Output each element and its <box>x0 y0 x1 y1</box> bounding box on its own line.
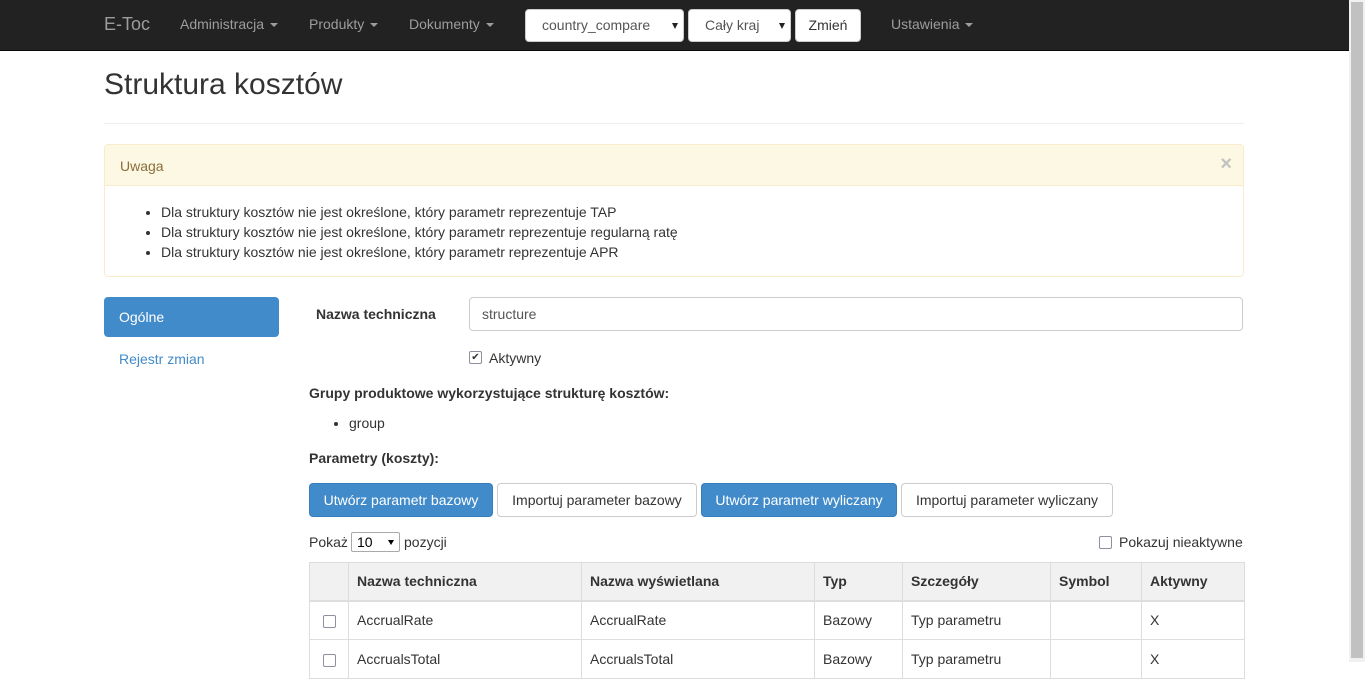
caret-down-icon <box>485 23 494 28</box>
group-item: group <box>349 415 385 431</box>
select-arrow-icon <box>672 23 678 29</box>
menu-produkty-label: Produkty <box>309 16 365 32</box>
change-button[interactable]: Zmień <box>795 9 861 42</box>
page-length-select[interactable]: 10 <box>351 532 400 552</box>
column-header-type[interactable]: Typ <box>814 562 903 602</box>
page-length-value: 10 <box>357 534 373 550</box>
cell-technical-name: AccrualsTotal <box>348 639 582 679</box>
sidenav-item-rejestr-zmian[interactable]: Rejestr zmian <box>119 351 205 367</box>
cell-technical-name: AccrualRate <box>348 600 582 640</box>
parameters-table: Nazwa techniczna Nazwa wyświetlana Typ S… <box>309 562 1245 679</box>
column-header-symbol[interactable]: Symbol <box>1050 562 1142 602</box>
column-header-details[interactable]: Szczegóły <box>902 562 1051 602</box>
select-column-header <box>309 562 349 602</box>
table-header-row: Nazwa techniczna Nazwa wyświetlana Typ S… <box>309 562 1245 602</box>
region-select[interactable]: Cały kraj <box>688 9 791 42</box>
menu-administracja[interactable]: Administracja <box>180 16 279 32</box>
params-heading: Parametry (koszty): <box>309 450 439 466</box>
cell-type: Bazowy <box>814 639 903 679</box>
row-select-cell <box>309 600 349 640</box>
create-calc-param-button[interactable]: Utwórz parametr wyliczany <box>701 483 897 517</box>
column-header-technical-name[interactable]: Nazwa techniczna <box>348 562 582 602</box>
alert-header: Uwaga × <box>105 145 1243 186</box>
alert-message-list: Dla struktury kosztów nie jest określone… <box>120 202 678 262</box>
checkmark-icon: ✔ <box>471 352 480 363</box>
menu-administracja-label: Administracja <box>180 16 265 32</box>
cell-display-name: AccrualRate <box>581 600 815 640</box>
table-row[interactable]: AccrualRate AccrualRate Bazowy Typ param… <box>309 600 1245 640</box>
warning-alert: Uwaga × Dla struktury kosztów nie jest o… <box>104 144 1244 277</box>
cell-display-name: AccrualsTotal <box>581 639 815 679</box>
caret-down-icon <box>270 23 279 28</box>
groups-heading: Grupy produktowe wykorzystujące struktur… <box>309 385 670 401</box>
scrollbar-thumb[interactable] <box>1351 2 1363 658</box>
dataset-select[interactable]: country_compare <box>525 9 684 42</box>
show-inactive-label: Pokazuj nieaktywne <box>1119 534 1243 550</box>
import-calc-param-button[interactable]: Importuj parameter wyliczany <box>901 483 1113 517</box>
active-checkbox-label: Aktywny <box>489 350 542 366</box>
cell-active: X <box>1141 639 1245 679</box>
menu-ustawienia[interactable]: Ustawienia <box>891 16 974 32</box>
items-label: pozycji <box>404 534 447 550</box>
row-checkbox[interactable] <box>322 615 336 629</box>
show-inactive-checkbox[interactable] <box>1099 536 1112 549</box>
cell-type: Bazowy <box>814 600 903 640</box>
cell-details: Typ parametru <box>902 600 1051 640</box>
column-header-active[interactable]: Aktywny <box>1141 562 1245 602</box>
top-navbar: E-Toc Administracja Produkty Dokumenty c… <box>0 0 1349 51</box>
technical-name-input[interactable]: structure <box>469 297 1243 331</box>
select-arrow-icon <box>388 540 394 545</box>
caret-down-icon <box>965 23 974 28</box>
cell-symbol <box>1050 639 1142 679</box>
close-icon[interactable]: × <box>1220 154 1232 174</box>
header-divider <box>104 123 1244 124</box>
alert-message: Dla struktury kosztów nie jest określone… <box>161 202 678 222</box>
groups-list: group <box>309 415 385 431</box>
column-header-display-name[interactable]: Nazwa wyświetlana <box>581 562 815 602</box>
menu-dokumenty-label: Dokumenty <box>409 16 480 32</box>
show-label: Pokaż <box>309 534 348 550</box>
region-select-value: Cały kraj <box>705 17 760 33</box>
active-checkbox[interactable]: ✔ <box>469 351 482 364</box>
caret-down-icon <box>370 23 379 28</box>
sidenav-item-ogolne[interactable]: Ogólne <box>104 297 279 337</box>
menu-dokumenty[interactable]: Dokumenty <box>409 16 494 32</box>
row-checkbox[interactable] <box>322 653 336 667</box>
menu-produkty[interactable]: Produkty <box>309 16 379 32</box>
select-arrow-icon <box>779 23 785 29</box>
row-select-cell <box>309 639 349 679</box>
alert-message: Dla struktury kosztów nie jest określone… <box>161 222 678 242</box>
alert-title: Uwaga <box>120 158 164 174</box>
cell-symbol <box>1050 600 1142 640</box>
page-title: Struktura kosztów <box>104 68 343 101</box>
alert-message: Dla struktury kosztów nie jest określone… <box>161 242 678 262</box>
dataset-select-value: country_compare <box>542 17 651 33</box>
create-base-param-button[interactable]: Utwórz parametr bazowy <box>309 483 493 517</box>
cell-details: Typ parametru <box>902 639 1051 679</box>
menu-ustawienia-label: Ustawienia <box>891 16 960 32</box>
import-base-param-button[interactable]: Importuj parameter bazowy <box>497 483 697 517</box>
name-field-label: Nazwa techniczna <box>316 306 436 322</box>
table-row[interactable]: AccrualsTotal AccrualsTotal Bazowy Typ p… <box>309 639 1245 679</box>
cell-active: X <box>1141 600 1245 640</box>
brand-logo[interactable]: E-Toc <box>104 14 150 35</box>
